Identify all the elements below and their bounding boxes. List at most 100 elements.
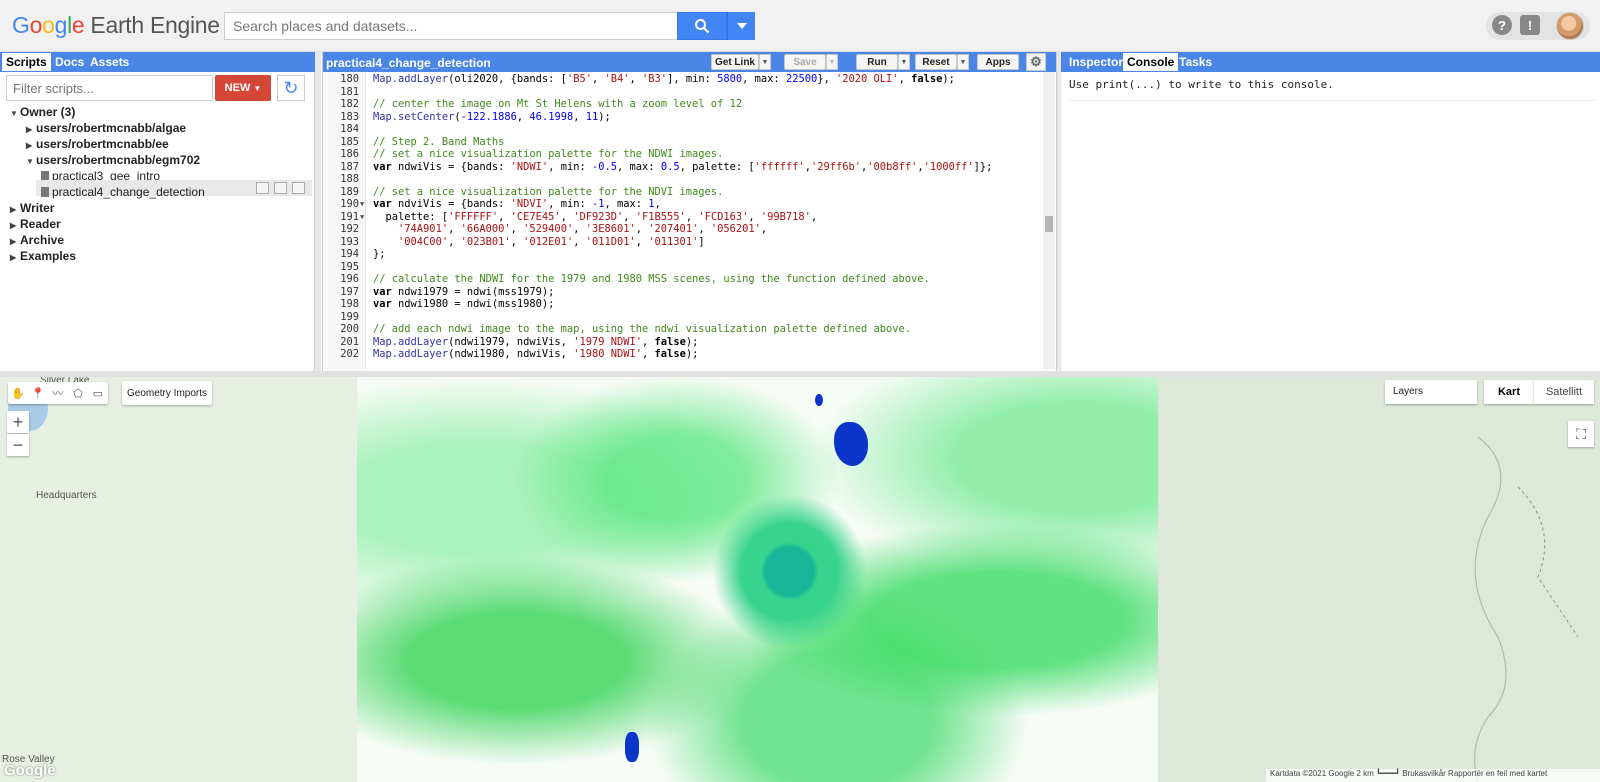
point-marker-icon[interactable]: 📍	[28, 382, 48, 404]
map-type-satellite-button[interactable]: Satellitt	[1534, 380, 1594, 404]
code-line: // center the image on Mt St Helens with…	[373, 98, 743, 110]
code-line: // set a nice visualization palette for …	[373, 185, 724, 198]
search-button[interactable]	[677, 12, 727, 40]
left-splitter[interactable]	[315, 52, 321, 371]
tab-assets[interactable]: Assets	[86, 53, 133, 71]
rectangle-icon[interactable]: ▭	[88, 382, 108, 404]
history-icon[interactable]	[256, 182, 269, 194]
tree-file-practical4[interactable]: practical4_change_detection	[41, 185, 205, 199]
left-panel-tabbar: Scripts Docs Assets	[0, 52, 315, 72]
script-title: practical4_change_detection	[326, 56, 491, 70]
tab-inspector[interactable]: Inspector	[1065, 53, 1127, 71]
code-line: '74A901', '66A000', '529400', '3E8601', …	[398, 223, 768, 235]
fold-icon[interactable]: ▼	[360, 200, 364, 208]
map-attribution[interactable]: Kartdata ©2021 Google 2 km ┗━━━┛ Brukasv…	[1266, 769, 1600, 782]
tab-console[interactable]: Console	[1123, 53, 1179, 71]
search-options-button[interactable]	[727, 12, 755, 40]
collapsed-icon: ▶	[10, 221, 17, 230]
console-panel: Inspector Console Tasks Use print(...) t…	[1061, 52, 1600, 371]
filter-scripts-input[interactable]	[6, 75, 213, 101]
tree-repo-algae[interactable]: ▶ users/robertmcnabb/algae	[26, 121, 186, 135]
place-label: Headquarters	[36, 490, 97, 501]
run-button[interactable]: Run	[856, 54, 898, 70]
hand-icon[interactable]: ✋	[8, 382, 28, 404]
code-line: var ndwi1980 = ndwi(mss1980);	[373, 298, 555, 310]
editor-scrollbar[interactable]	[1043, 72, 1055, 369]
tree-repo-ee[interactable]: ▶ users/robertmcnabb/ee	[26, 137, 169, 151]
help-icon[interactable]: ?	[1492, 15, 1512, 35]
avatar[interactable]	[1556, 12, 1584, 40]
editor-toolbar: practical4_change_detection Get Link ▼ S…	[323, 52, 1056, 72]
tree-reader[interactable]: ▶ Reader	[10, 217, 61, 231]
rename-icon[interactable]	[274, 182, 287, 194]
tab-tasks[interactable]: Tasks	[1175, 53, 1216, 71]
line-number: 182	[340, 98, 359, 110]
gear-icon[interactable]: ⚙	[1026, 53, 1046, 71]
logo-product-name: Earth Engine	[90, 12, 220, 38]
code-line: Map.setCenter(-122.1886, 46.1998, 11);	[373, 110, 611, 123]
feedback-icon[interactable]: !	[1520, 15, 1540, 35]
tree-repo-egm702[interactable]: ▼ users/robertmcnabb/egm702	[26, 153, 200, 167]
console-divider	[1069, 100, 1596, 101]
tree-archive[interactable]: ▶ Archive	[10, 233, 64, 247]
water-body	[834, 422, 868, 466]
code-line: var ndwi1979 = ndwi(mss1979);	[373, 285, 555, 298]
zoom-out-button[interactable]: −	[7, 434, 29, 456]
new-script-button[interactable]: NEW ▼	[215, 75, 271, 101]
delete-icon[interactable]	[292, 182, 305, 194]
caret-down-icon: ▼	[253, 83, 262, 93]
scripts-panel: Scripts Docs Assets NEW ▼ ↻ ▼Owner (3) ▶…	[0, 52, 315, 371]
apps-button[interactable]: Apps	[977, 54, 1019, 70]
right-panel-tabbar: Inspector Console Tasks	[1061, 52, 1600, 72]
tree-examples[interactable]: ▶ Examples	[10, 249, 76, 263]
water-body	[815, 394, 823, 406]
line-number: 188	[340, 173, 359, 185]
scrollbar-thumb[interactable]	[1045, 216, 1053, 232]
console-message: Use print(...) to write to this console.	[1069, 78, 1334, 91]
code-line: palette: ['FFFFFF', 'CE7E45', 'DF923D', …	[373, 210, 818, 223]
fullscreen-icon[interactable]: ⛶	[1568, 421, 1594, 447]
map-view[interactable]: Silver Lake Headquarters Rose Valley ✋ 📍…	[0, 377, 1600, 782]
reset-dropdown[interactable]: ▼	[957, 54, 969, 70]
line-icon[interactable]: 〰	[48, 382, 68, 404]
tree-writer[interactable]: ▶ Writer	[10, 201, 54, 215]
refresh-icon[interactable]: ↻	[277, 75, 305, 101]
code-line: // Step 2. Band Maths	[373, 135, 505, 148]
earth-engine-logo[interactable]: Google Earth Engine	[12, 12, 220, 39]
save-button[interactable]: Save	[784, 54, 826, 70]
collapsed-icon: ▶	[10, 237, 17, 246]
layers-button[interactable]: Layers	[1385, 380, 1477, 404]
code-line: // set a nice visualization palette for …	[373, 148, 724, 160]
collapsed-icon: ▶	[10, 205, 17, 214]
tab-scripts[interactable]: Scripts	[2, 53, 51, 71]
code-line: Map.addLayer(ndwi1980, ndwiVis, '1980 ND…	[373, 348, 699, 360]
code-line: };	[373, 248, 386, 260]
app-header: GoogleEarth Engine ? !	[0, 0, 1600, 52]
reset-button[interactable]: Reset	[915, 54, 957, 70]
run-dropdown[interactable]: ▼	[898, 54, 910, 70]
get-link-dropdown[interactable]: ▼	[759, 54, 771, 70]
line-number: 185	[340, 135, 359, 148]
zoom-in-button[interactable]: +	[7, 411, 29, 433]
code-line: // add each ndwi image to the map, using…	[373, 323, 911, 335]
line-number: 189	[340, 185, 359, 198]
google-watermark: Google	[4, 762, 56, 779]
line-number: 191	[340, 210, 359, 223]
line-number: 193	[340, 235, 359, 248]
save-dropdown[interactable]: ▼	[826, 54, 838, 70]
line-number: 196	[340, 273, 359, 285]
collapsed-icon: ▶	[26, 125, 33, 134]
map-type-map-button[interactable]: Kart	[1484, 380, 1534, 404]
code-area[interactable]: 180 181 182 183 184 185 186 187 188 189 …	[323, 72, 1041, 369]
polygon-icon[interactable]: ⬠	[68, 382, 88, 404]
get-link-button[interactable]: Get Link	[711, 54, 759, 70]
line-number: 200	[340, 323, 359, 335]
tree-owner[interactable]: ▼ Owner (3)	[10, 105, 75, 119]
line-number: 190	[340, 198, 359, 210]
search-icon	[695, 19, 710, 34]
tab-docs[interactable]: Docs	[51, 53, 88, 71]
code-line: '004C00', '023B01', '012E01', '011D01', …	[398, 235, 705, 248]
geometry-imports-button[interactable]: Geometry Imports	[122, 381, 212, 405]
fold-icon[interactable]: ▼	[360, 213, 364, 221]
search-input[interactable]	[224, 12, 678, 40]
